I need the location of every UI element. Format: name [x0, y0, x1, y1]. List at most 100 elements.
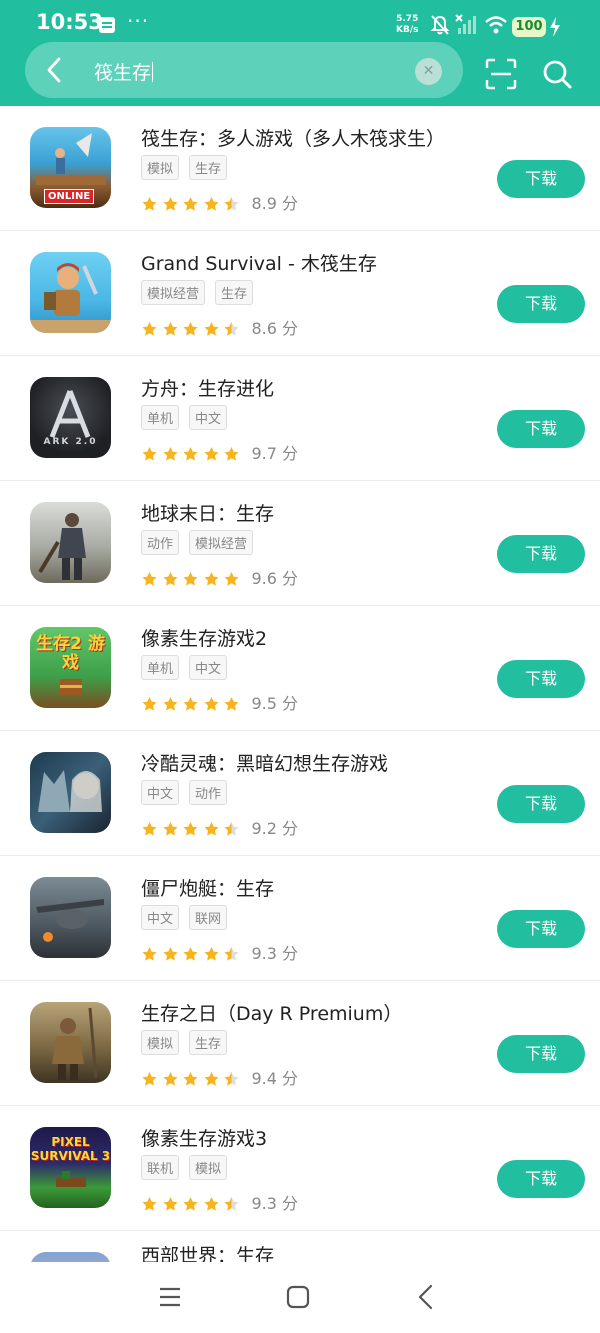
app-icon: PIXEL SURVIVAL 3	[30, 1127, 111, 1208]
star-icon	[204, 572, 218, 586]
search-input[interactable]: 筏生存	[94, 58, 154, 85]
score-unit: 分	[282, 694, 299, 713]
tag: 模拟	[141, 1030, 180, 1055]
home-icon[interactable]	[283, 1282, 313, 1312]
battery-level: 100	[512, 17, 546, 37]
star-icon	[142, 1197, 157, 1211]
tag: 单机	[141, 655, 180, 680]
star-icon	[142, 572, 157, 586]
tag: 中文	[141, 780, 180, 805]
star-icon	[142, 822, 157, 836]
score: 9.3	[251, 944, 277, 963]
app-title: 筏生存：多人游戏（多人木筏求生）	[141, 128, 446, 150]
network-speed-value: 5.75	[396, 14, 419, 24]
tag-list: 模拟经营 生存	[141, 280, 263, 305]
back-arrow-icon[interactable]	[38, 54, 70, 86]
app-title: 方舟：生存进化	[141, 378, 275, 400]
download-button[interactable]: 下载	[497, 785, 585, 823]
tag: 联网	[189, 905, 228, 930]
score: 9.2	[251, 819, 277, 838]
star-icon	[163, 822, 177, 836]
list-item[interactable]: 地球末日：生存 动作 模拟经营 9.6 分 下载	[0, 481, 600, 606]
star-icon	[142, 197, 157, 211]
score: 8.6	[251, 319, 277, 338]
network-speed-unit: KB/s	[396, 25, 419, 35]
star-icon	[183, 322, 198, 336]
download-button[interactable]: 下载	[497, 285, 585, 323]
app-icon: 生存2 游戏	[30, 627, 111, 708]
star-icon	[204, 697, 218, 711]
app-title: 地球末日：生存	[141, 503, 275, 525]
app-icon	[30, 877, 111, 958]
rating: 9.3 分	[141, 940, 298, 966]
score: 9.6	[251, 569, 277, 588]
rating: 9.5 分	[141, 690, 298, 716]
download-button[interactable]: 下载	[497, 410, 585, 448]
score-unit: 分	[282, 569, 299, 588]
download-button[interactable]: 下载	[497, 910, 585, 948]
gunship-art-icon	[36, 899, 104, 942]
list-item[interactable]: 西部世界：生存	[0, 1231, 600, 1280]
list-item[interactable]: 生存之日（Day R Premium） 模拟 生存 9.4 分 下载	[0, 981, 600, 1106]
list-item[interactable]: ONLINE 筏生存：多人游戏（多人木筏求生） 模拟 生存 8.9 分 下载	[0, 106, 600, 231]
icon-badge: ONLINE	[44, 189, 95, 204]
list-item[interactable]: 僵尸炮艇：生存 中文 联网 9.3 分 下载	[0, 856, 600, 981]
status-bar: 10:53 ··· 5.75 KB/s 100	[0, 0, 600, 42]
tag-list: 中文 动作	[141, 780, 237, 805]
rating: 9.6 分	[141, 565, 298, 591]
search-icon[interactable]	[540, 57, 574, 91]
star-icon	[183, 697, 198, 711]
app-icon	[30, 502, 111, 583]
star-icon	[163, 697, 177, 711]
star-icon	[163, 322, 177, 336]
download-button[interactable]: 下载	[497, 660, 585, 698]
app-icon	[30, 752, 111, 833]
star-rating	[141, 1071, 244, 1091]
download-button[interactable]: 下载	[497, 160, 585, 198]
back-icon[interactable]	[411, 1282, 441, 1312]
score-unit: 分	[282, 194, 299, 213]
menu-icon[interactable]	[156, 1282, 186, 1312]
list-item[interactable]: 生存2 游戏 像素生存游戏2 单机 中文 9.5 分 下载	[0, 606, 600, 731]
star-icon	[224, 322, 239, 336]
clear-search-button[interactable]: ✕	[415, 58, 442, 85]
star-icon	[142, 447, 157, 461]
list-item[interactable]: ARK 2.0 方舟：生存进化 单机 中文 9.7 分 下载	[0, 356, 600, 481]
download-button[interactable]: 下载	[497, 1035, 585, 1073]
rating: 8.6 分	[141, 315, 298, 341]
tag-list: 单机 中文	[141, 405, 237, 430]
pixel-chest-icon	[60, 679, 82, 695]
list-item[interactable]: 冷酷灵魂：黑暗幻想生存游戏 中文 动作 9.2 分 下载	[0, 731, 600, 856]
tag: 单机	[141, 405, 180, 430]
signal-icon	[455, 14, 476, 34]
score: 8.9	[251, 194, 277, 213]
star-icon	[224, 697, 239, 711]
star-rating	[141, 821, 244, 841]
wolf-warrior-art-icon	[38, 770, 102, 812]
star-icon	[183, 1197, 198, 1211]
tag-list: 单机 中文	[141, 655, 237, 680]
star-icon	[204, 947, 218, 961]
star-icon	[163, 197, 177, 211]
score-unit: 分	[282, 819, 299, 838]
download-button[interactable]: 下载	[497, 1160, 585, 1198]
score-unit: 分	[282, 444, 299, 463]
star-rating	[141, 321, 244, 341]
scan-icon[interactable]	[484, 57, 518, 91]
score: 9.3	[251, 1194, 277, 1213]
star-icon	[183, 197, 198, 211]
score-unit: 分	[282, 319, 299, 338]
list-item[interactable]: Grand Survival - 木筏生存 模拟经营 生存 8.6 分 下载	[0, 231, 600, 356]
download-button[interactable]: 下载	[497, 535, 585, 573]
sim-card-icon	[99, 17, 115, 33]
wifi-icon	[485, 16, 507, 34]
search-bar[interactable]	[25, 42, 463, 98]
star-icon	[204, 1197, 218, 1211]
star-icon	[183, 447, 198, 461]
star-rating	[141, 571, 244, 591]
star-icon	[224, 197, 239, 211]
list-item[interactable]: PIXEL SURVIVAL 3 像素生存游戏3 联机 模拟 9.3 分 下载	[0, 1106, 600, 1231]
score-unit: 分	[282, 1069, 299, 1088]
system-navigation-bar	[0, 1262, 600, 1333]
score: 9.4	[251, 1069, 277, 1088]
